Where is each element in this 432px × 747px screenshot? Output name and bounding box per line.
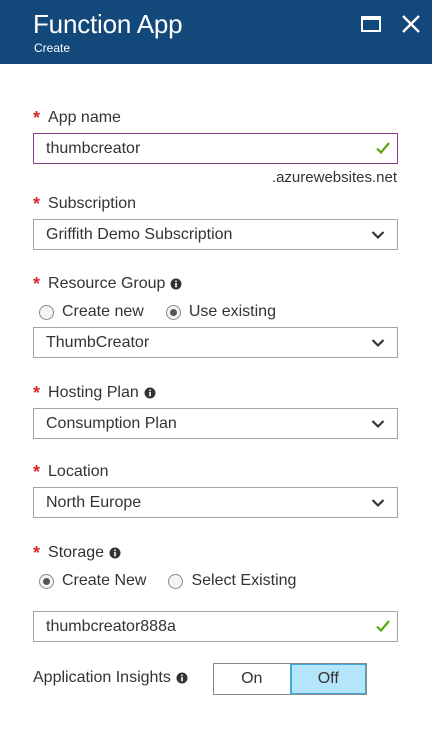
info-icon[interactable] bbox=[109, 547, 121, 559]
hosting-plan-dropdown[interactable]: Consumption Plan bbox=[33, 408, 398, 439]
resource-group-value: ThumbCreator bbox=[46, 334, 150, 351]
location-value: North Europe bbox=[46, 494, 142, 511]
chevron-down-icon bbox=[371, 420, 385, 429]
chevron-down-icon bbox=[371, 231, 385, 240]
resource-group-label: * Resource Group bbox=[33, 274, 182, 294]
resource-group-use-existing-radio[interactable]: Use existing bbox=[165, 302, 276, 322]
app-insights-off-option[interactable]: Off bbox=[289, 664, 366, 694]
storage-label: * Storage bbox=[33, 543, 121, 563]
info-icon[interactable] bbox=[170, 278, 182, 290]
resource-group-radio-group: Create new Use existing bbox=[39, 302, 276, 322]
subscription-value: Griffith Demo Subscription bbox=[46, 226, 233, 243]
hosting-plan-label: * Hosting Plan bbox=[33, 383, 156, 403]
chevron-down-icon bbox=[371, 339, 385, 348]
location-label: * Location bbox=[33, 462, 109, 482]
close-icon bbox=[402, 15, 420, 33]
app-name-value: thumbcreator bbox=[46, 140, 141, 157]
valid-check-icon bbox=[376, 142, 390, 155]
app-name-label: * App name bbox=[33, 108, 121, 128]
resource-group-dropdown[interactable]: ThumbCreator bbox=[33, 327, 398, 358]
hosting-plan-value: Consumption Plan bbox=[46, 415, 177, 432]
storage-name-input[interactable]: thumbcreator888a bbox=[33, 611, 398, 642]
blade-subtitle: Create bbox=[34, 41, 71, 55]
maximize-icon bbox=[361, 16, 381, 32]
app-name-domain-suffix: .azurewebsites.net bbox=[271, 169, 397, 186]
blade-title: Function App bbox=[33, 9, 183, 39]
subscription-dropdown[interactable]: Griffith Demo Subscription bbox=[33, 219, 398, 250]
info-icon[interactable] bbox=[176, 672, 188, 684]
maximize-button[interactable] bbox=[360, 13, 382, 35]
storage-select-existing-radio[interactable]: Select Existing bbox=[168, 571, 296, 591]
storage-name-value: thumbcreator888a bbox=[46, 618, 176, 635]
app-name-input[interactable]: thumbcreator bbox=[33, 133, 398, 164]
resource-group-create-new-radio[interactable]: Create new bbox=[39, 302, 144, 322]
app-insights-on-option[interactable]: On bbox=[214, 664, 290, 694]
storage-radio-group: Create New Select Existing bbox=[39, 571, 296, 591]
app-insights-label: Application Insights bbox=[33, 668, 188, 688]
storage-create-new-radio[interactable]: Create New bbox=[39, 571, 146, 591]
blade-header: Function App Create bbox=[0, 0, 432, 64]
info-icon[interactable] bbox=[144, 387, 156, 399]
app-insights-toggle: On Off bbox=[213, 663, 367, 695]
valid-check-icon bbox=[376, 620, 390, 633]
required-marker: * bbox=[33, 108, 41, 128]
location-dropdown[interactable]: North Europe bbox=[33, 487, 398, 518]
subscription-label: * Subscription bbox=[33, 194, 137, 214]
close-button[interactable] bbox=[400, 13, 422, 35]
chevron-down-icon bbox=[371, 499, 385, 508]
